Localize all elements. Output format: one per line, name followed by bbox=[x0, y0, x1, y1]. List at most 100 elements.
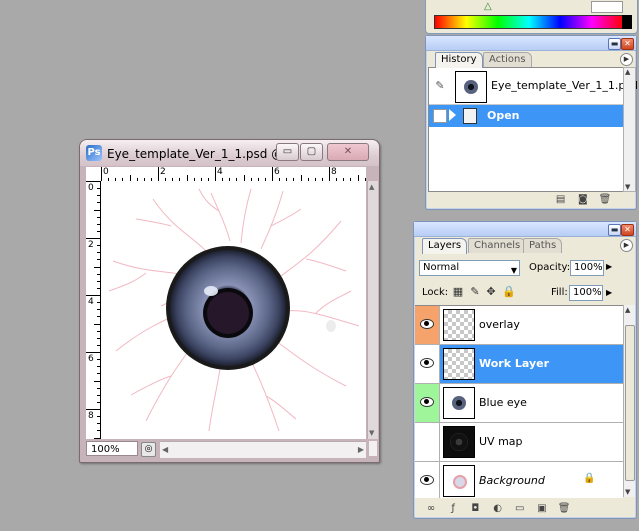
panel-menu-button[interactable]: ▶ bbox=[620, 53, 633, 66]
visibility-toggle[interactable] bbox=[415, 306, 440, 344]
minimize-button[interactable]: ▭ bbox=[276, 143, 299, 161]
history-panel-bar[interactable]: ▬ ✕ bbox=[426, 36, 636, 51]
layer-name: UV map bbox=[479, 435, 523, 448]
close-button[interactable]: ✕ bbox=[327, 143, 369, 161]
opacity-field[interactable]: 100% bbox=[570, 260, 604, 276]
history-state-label: Open bbox=[487, 109, 520, 122]
chevron-down-icon: ▼ bbox=[510, 266, 517, 275]
ruler-tick bbox=[94, 437, 100, 439]
new-layer-icon[interactable]: ▣ bbox=[535, 503, 549, 514]
ruler-tick bbox=[97, 280, 100, 282]
tab-channels[interactable]: Channels bbox=[468, 238, 527, 253]
history-state-row[interactable]: Open bbox=[429, 105, 623, 127]
ruler-horizontal[interactable]: 0 2 4 6 8 bbox=[86, 167, 366, 182]
ruler-tick bbox=[97, 430, 100, 432]
blend-mode-select[interactable]: Normal ▼ bbox=[419, 260, 520, 276]
ruler-tick bbox=[97, 223, 100, 225]
mask-icon[interactable]: ◘ bbox=[468, 503, 482, 514]
eye-icon bbox=[420, 397, 434, 407]
tab-layers[interactable]: Layers bbox=[422, 238, 468, 254]
maximize-button[interactable]: ▢ bbox=[300, 143, 323, 161]
ruler-tick bbox=[97, 387, 100, 389]
lock-all-icon[interactable]: 🔒 bbox=[502, 286, 516, 298]
layer-name: Work Layer bbox=[479, 357, 550, 370]
layer-thumbnail bbox=[443, 387, 475, 419]
document-canvas[interactable] bbox=[101, 181, 366, 439]
visibility-toggle[interactable] bbox=[415, 384, 440, 422]
gamut-warning-icon[interactable]: △ bbox=[484, 1, 492, 12]
document-title: Eye_template_Ver_1_1.psd @... bbox=[107, 147, 295, 161]
adjustment-icon[interactable]: ◐ bbox=[491, 503, 505, 514]
fill-slider-arrow[interactable]: ▶ bbox=[606, 288, 612, 297]
ruler-label: 4 bbox=[217, 167, 223, 177]
layers-panel-bar[interactable]: ▬ ✕ bbox=[414, 222, 636, 237]
tab-paths[interactable]: Paths bbox=[523, 238, 563, 253]
link-icon[interactable]: ∞ bbox=[424, 503, 438, 514]
layers-scroll-thumb[interactable] bbox=[625, 325, 635, 481]
snapshot-icon[interactable]: ◙ bbox=[576, 194, 590, 205]
canvas-horizontal-scrollbar[interactable]: ◀ ▶ bbox=[160, 441, 366, 458]
ruler-label: 4 bbox=[88, 297, 94, 307]
color-swatch[interactable] bbox=[591, 1, 623, 13]
ruler-tick bbox=[97, 188, 100, 190]
ruler-tick bbox=[97, 344, 100, 346]
lock-transparent-icon[interactable]: ▦ bbox=[452, 286, 464, 298]
trash-icon[interactable]: 🗑 bbox=[557, 503, 571, 514]
history-source-checkbox[interactable] bbox=[433, 109, 447, 123]
resize-grip[interactable] bbox=[369, 441, 377, 456]
lock-position-icon[interactable]: ✥ bbox=[485, 286, 497, 298]
layer-row-background[interactable]: Background 🔒 bbox=[415, 462, 623, 498]
history-bottom-bar: ▤ ◙ 🗑 bbox=[549, 194, 612, 205]
ruler-vertical[interactable]: 0 2 4 6 8 bbox=[86, 181, 101, 439]
layer-row-work-layer[interactable]: Work Layer bbox=[415, 345, 623, 384]
history-state-marker-icon bbox=[449, 109, 456, 121]
ruler-label: 6 bbox=[88, 354, 94, 364]
panel-minimize-button[interactable]: ▬ bbox=[608, 38, 621, 50]
ruler-tick bbox=[97, 302, 100, 304]
panel-menu-button[interactable]: ▶ bbox=[620, 239, 633, 252]
visibility-toggle[interactable] bbox=[415, 423, 440, 461]
new-document-icon[interactable]: ▤ bbox=[554, 194, 568, 205]
layer-row-uv-map[interactable]: UV map bbox=[415, 423, 623, 462]
lock-image-icon[interactable]: ✎ bbox=[469, 286, 481, 298]
document-title-bar[interactable]: Ps Eye_template_Ver_1_1.psd @... ▭ ▢ ✕ bbox=[80, 140, 379, 166]
group-icon[interactable]: ▭ bbox=[513, 503, 527, 514]
color-ramp[interactable] bbox=[434, 15, 624, 29]
color-ramp-black[interactable] bbox=[622, 15, 632, 29]
layers-bottom-bar: ∞ ƒ ◘ ◐ ▭ ▣ 🗑 bbox=[415, 499, 635, 515]
eye-icon bbox=[420, 475, 434, 485]
navigator-icon[interactable]: ◎ bbox=[141, 442, 156, 457]
zoom-level-field[interactable]: 100% bbox=[86, 441, 138, 456]
fill-field[interactable]: 100% bbox=[569, 285, 603, 301]
panel-close-button[interactable]: ✕ bbox=[621, 38, 634, 50]
layer-style-icon[interactable]: ƒ bbox=[446, 503, 460, 514]
history-brush-icon[interactable]: ✎ bbox=[433, 79, 447, 93]
visibility-toggle[interactable] bbox=[415, 345, 440, 383]
ruler-label: 8 bbox=[331, 167, 337, 177]
layer-list: overlay Work Layer Blue eye UV map Backg… bbox=[415, 305, 623, 498]
photoshop-icon: Ps bbox=[86, 145, 102, 161]
visibility-toggle[interactable] bbox=[415, 462, 440, 498]
scroll-right-arrow[interactable]: ▶ bbox=[358, 445, 364, 454]
ruler-label: 2 bbox=[160, 167, 166, 177]
trash-icon[interactable]: 🗑 bbox=[598, 194, 612, 205]
tab-actions[interactable]: Actions bbox=[483, 52, 532, 67]
scroll-left-arrow[interactable]: ◀ bbox=[162, 445, 168, 454]
ruler-tick bbox=[94, 266, 100, 268]
tab-history[interactable]: History bbox=[435, 52, 483, 68]
layers-panel: ▬ ✕ Layers Channels Paths ▶ Normal ▼ Opa… bbox=[413, 221, 637, 519]
history-snapshot-row[interactable]: ✎ Eye_template_Ver_1_1.psd bbox=[429, 68, 638, 105]
panel-close-button[interactable]: ✕ bbox=[621, 224, 634, 236]
ruler-tick bbox=[97, 359, 100, 361]
ruler-label: 0 bbox=[88, 183, 94, 193]
opacity-slider-arrow[interactable]: ▶ bbox=[606, 262, 612, 271]
layer-row-overlay[interactable]: overlay bbox=[415, 306, 623, 345]
history-scrollbar[interactable]: ▲ ▼ bbox=[623, 67, 636, 192]
canvas-vertical-scrollbar[interactable]: ▲ ▼ bbox=[367, 181, 378, 439]
layers-scrollbar[interactable]: ▲ ▼ bbox=[623, 305, 635, 497]
ruler-tick bbox=[86, 409, 100, 410]
eye-icon bbox=[420, 319, 434, 329]
panel-minimize-button[interactable]: ▬ bbox=[608, 224, 621, 236]
layer-row-blue-eye[interactable]: Blue eye bbox=[415, 384, 623, 423]
ruler-tick bbox=[97, 287, 100, 289]
